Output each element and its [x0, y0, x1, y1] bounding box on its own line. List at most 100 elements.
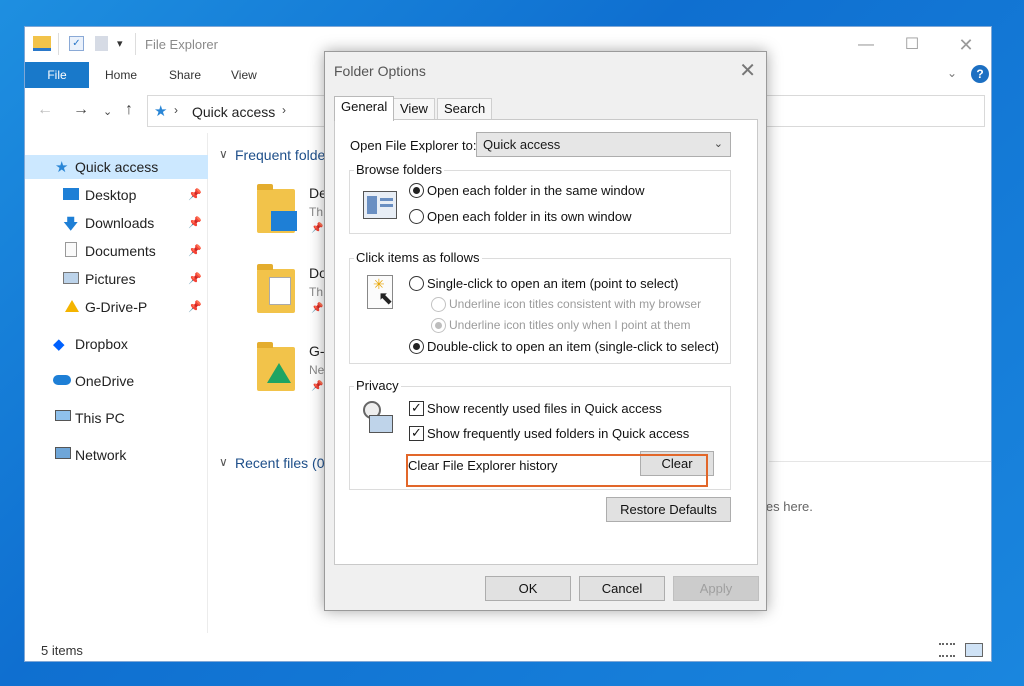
- chevron-down-icon[interactable]: ∨: [219, 147, 228, 161]
- ribbon-tab-home[interactable]: Home: [105, 62, 137, 88]
- ribbon-tab-file[interactable]: File: [25, 62, 89, 88]
- nav-item-onedrive[interactable]: OneDrive: [25, 369, 208, 393]
- frequent-folders-label[interactable]: Show frequently used folders in Quick ac…: [427, 426, 689, 441]
- group-title: Click items as follows: [354, 250, 482, 265]
- pin-icon[interactable]: 📌: [188, 244, 202, 257]
- line-graphic: [380, 198, 393, 201]
- ribbon-tab-share[interactable]: Share: [169, 62, 201, 88]
- nav-item-quick-access[interactable]: ★ Quick access: [25, 155, 208, 179]
- dialog-title: Folder Options: [334, 63, 426, 79]
- nav-item-gdrive[interactable]: G-Drive-P 📌: [25, 295, 208, 319]
- open-to-select[interactable]: Quick access ⌄: [476, 132, 731, 157]
- nav-item-label: Quick access: [75, 159, 159, 175]
- expand-ribbon-icon[interactable]: ⌄: [947, 66, 957, 80]
- pin-icon[interactable]: 📌: [188, 188, 202, 201]
- chevron-down-icon[interactable]: ∨: [219, 455, 228, 469]
- download-arrow-icon: 🡇: [63, 216, 79, 233]
- nav-item-label: Network: [75, 447, 127, 463]
- nav-item-downloads[interactable]: 🡇 Downloads 📌: [25, 211, 208, 235]
- apply-button: Apply: [673, 576, 759, 601]
- dropbox-icon: ◆: [53, 336, 65, 353]
- desktop-overlay-icon: [271, 211, 297, 231]
- cancel-button[interactable]: Cancel: [579, 576, 665, 601]
- nav-item-label: Downloads: [85, 215, 155, 231]
- group-header-frequent[interactable]: Frequent folde: [235, 147, 325, 163]
- maximize-icon[interactable]: ☐: [889, 33, 935, 57]
- group-header-recent[interactable]: Recent files (0): [235, 455, 329, 471]
- up-icon[interactable]: ↑: [125, 101, 133, 119]
- close-icon[interactable]: ✕: [943, 33, 989, 57]
- restore-defaults-button[interactable]: Restore Defaults: [606, 497, 731, 522]
- single-click-radio[interactable]: [409, 276, 424, 291]
- list-item[interactable]: G- Ne 📌: [257, 341, 327, 401]
- window-title: File Explorer: [145, 37, 218, 52]
- underline-browser-radio: [431, 297, 446, 312]
- group-title: Browse folders: [354, 162, 444, 177]
- minimize-icon[interactable]: —: [843, 33, 889, 57]
- folder-icon: [257, 184, 297, 233]
- large-icons-view-icon[interactable]: [965, 643, 983, 657]
- list-item[interactable]: Do Th 📌: [257, 263, 327, 323]
- divider: [58, 33, 59, 55]
- ok-button[interactable]: OK: [485, 576, 571, 601]
- tab-general[interactable]: General: [334, 96, 395, 121]
- list-item[interactable]: De Th 📌: [257, 183, 327, 243]
- ribbon-tab-view[interactable]: View: [231, 62, 257, 88]
- tab-search[interactable]: Search: [437, 98, 493, 120]
- open-to-value: Quick access: [483, 137, 561, 152]
- nav-item-documents[interactable]: Documents 📌: [25, 239, 208, 263]
- nav-item-desktop[interactable]: Desktop 📌: [25, 183, 208, 207]
- empty-hint: ies here.: [763, 499, 813, 514]
- nav-item-network[interactable]: Network: [25, 443, 208, 467]
- browse-folders-group: Browse folders Open each folder in the s…: [349, 162, 731, 234]
- file-location: Th: [309, 285, 324, 299]
- properties-icon[interactable]: ✓: [69, 36, 84, 51]
- details-view-icon[interactable]: [939, 643, 955, 657]
- pin-icon[interactable]: 📌: [188, 272, 202, 285]
- same-window-radio[interactable]: [409, 183, 424, 198]
- single-click-label[interactable]: Single-click to open an item (point to s…: [427, 276, 678, 291]
- tab-view[interactable]: View: [393, 98, 435, 120]
- general-tab-panel: Open File Explorer to: Quick access ⌄ Br…: [334, 119, 758, 565]
- nav-item-pictures[interactable]: Pictures 📌: [25, 267, 208, 291]
- back-icon[interactable]: ←: [37, 101, 53, 119]
- recent-files-checkbox[interactable]: ✓: [409, 401, 424, 416]
- help-icon[interactable]: ?: [971, 65, 989, 83]
- folder-app-icon: [33, 36, 51, 51]
- own-window-label[interactable]: Open each folder in its own window: [427, 209, 632, 224]
- nav-item-label: Documents: [85, 243, 156, 259]
- pin-icon: 📌: [311, 381, 324, 392]
- close-icon[interactable]: ✕: [739, 58, 756, 83]
- browse-folders-icon: [363, 191, 397, 219]
- nav-item-label: Pictures: [85, 271, 136, 287]
- google-drive-overlay-icon: [267, 363, 291, 383]
- window-icon: [369, 415, 393, 433]
- privacy-icon: [363, 401, 395, 435]
- file-location: Th: [309, 205, 324, 219]
- customize-quick-access-icon[interactable]: ▾: [117, 37, 123, 50]
- line-graphic: [380, 204, 393, 207]
- double-click-radio[interactable]: [409, 339, 424, 354]
- nav-item-dropbox[interactable]: ◆ Dropbox: [25, 332, 208, 356]
- pin-icon[interactable]: 📌: [188, 300, 202, 313]
- item-count: 5 items: [41, 643, 83, 658]
- recent-locations-icon[interactable]: ⌄: [103, 105, 112, 118]
- chevron-right-icon[interactable]: ›: [174, 103, 178, 117]
- document-icon: [65, 242, 77, 257]
- recent-files-label[interactable]: Show recently used files in Quick access: [427, 401, 662, 416]
- address-text: Quick access: [192, 104, 276, 120]
- nav-item-label: Desktop: [85, 187, 137, 203]
- star-icon: ★: [55, 159, 69, 176]
- new-folder-icon[interactable]: [95, 36, 108, 51]
- same-window-label[interactable]: Open each folder in the same window: [427, 183, 645, 198]
- frequent-folders-checkbox[interactable]: ✓: [409, 426, 424, 441]
- computer-icon: [55, 410, 71, 421]
- folder-options-dialog: Folder Options ✕ General View Search Ope…: [324, 51, 767, 611]
- chevron-right-icon[interactable]: ›: [282, 103, 286, 117]
- forward-icon[interactable]: →: [73, 101, 89, 119]
- double-click-label[interactable]: Double-click to open an item (single-cli…: [427, 339, 719, 354]
- own-window-radio[interactable]: [409, 209, 424, 224]
- pin-icon[interactable]: 📌: [188, 216, 202, 229]
- nav-item-this-pc[interactable]: This PC: [25, 406, 208, 430]
- chevron-down-icon: ⌄: [713, 138, 723, 150]
